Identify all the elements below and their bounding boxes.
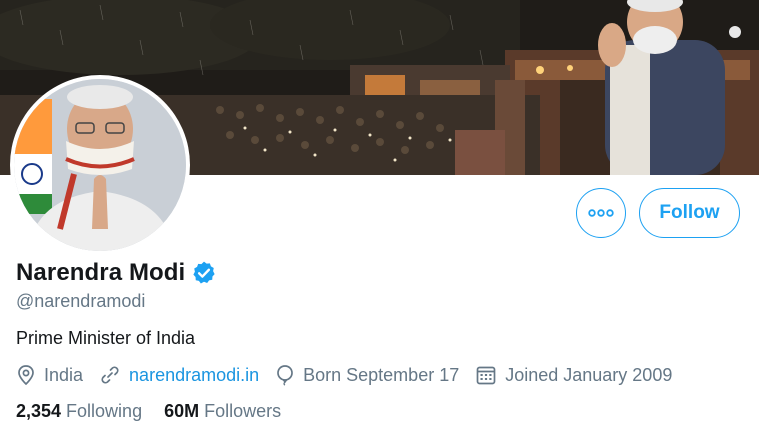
avatar-photo [14, 79, 186, 251]
birthday-item: Born September 17 [275, 364, 459, 386]
location-pin-icon [18, 365, 34, 386]
birthday-text: Born September 17 [303, 364, 460, 385]
more-options-button[interactable] [576, 188, 626, 238]
website-link[interactable]: narendramodi.in [129, 365, 259, 386]
profile-meta-row: India narendramodi.in Born September 17 … [16, 364, 688, 386]
location-text: India [44, 364, 84, 385]
more-horizontal-icon [588, 209, 614, 217]
verified-badge-icon [193, 261, 215, 284]
balloon-icon [277, 365, 293, 386]
profile-name-row: Narendra Modi [16, 259, 217, 287]
link-icon [101, 366, 119, 384]
following-count: 2,354 [16, 401, 62, 421]
website-item[interactable]: narendramodi.in [99, 364, 259, 386]
calendar-icon [476, 366, 496, 385]
following-label: Following [66, 401, 143, 421]
profile-avatar[interactable] [10, 75, 190, 255]
follow-button[interactable]: Follow [639, 188, 740, 238]
profile-bio: Prime Minister of India [16, 328, 196, 348]
profile-handle: @narendramodi [16, 291, 146, 311]
location-item: India [16, 364, 83, 386]
profile-display-name: Narendra Modi [16, 259, 186, 286]
joined-text: Joined January 2009 [505, 364, 673, 385]
profile-stats: 2,354 Following 60M Followers [16, 401, 303, 422]
followers-stat[interactable]: 60M Followers [164, 401, 281, 422]
followers-count: 60M [164, 401, 200, 421]
followers-label: Followers [204, 401, 282, 421]
joined-item: Joined January 2009 [475, 364, 672, 386]
following-stat[interactable]: 2,354 Following [16, 401, 142, 422]
